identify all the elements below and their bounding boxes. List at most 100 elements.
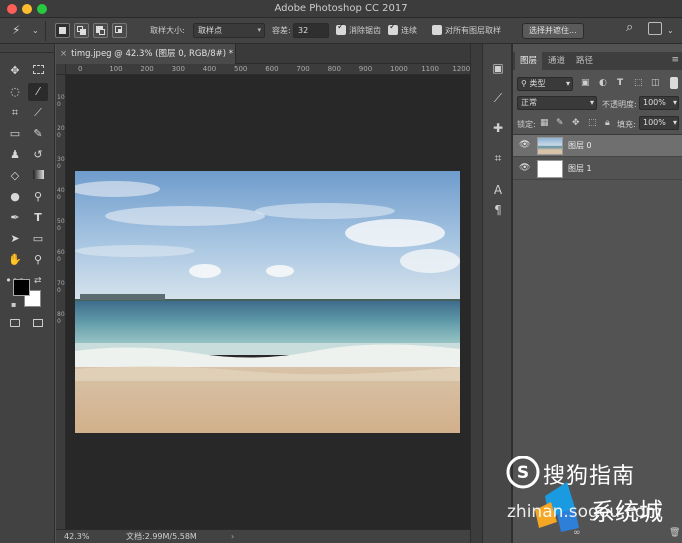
blend-mode-dropdown[interactable]: 正常 ▾ (517, 96, 597, 110)
quick-mask-icon[interactable] (5, 315, 25, 333)
canvas-area[interactable] (66, 75, 470, 529)
sample-size-dropdown[interactable]: 取样点 ▾ (193, 23, 265, 38)
panel-menu-icon[interactable]: ≡ (671, 55, 679, 65)
chevron-down-icon[interactable]: ⌄ (32, 24, 39, 38)
select-and-mask-button[interactable]: 选择并遮住... (522, 23, 584, 39)
horizontal-ruler[interactable]: 0 100 200 300 400 500 600 700 800 900 1000 1100 1200 (66, 64, 470, 75)
eye-icon[interactable]: 👁︎ (519, 140, 530, 150)
rectangle-tool-icon[interactable]: ▭ (28, 230, 48, 248)
toolbar-grip[interactable] (0, 47, 55, 53)
search-icon[interactable]: ⌕ (626, 21, 633, 35)
healing-brush-tool-icon[interactable]: ▭ (5, 125, 25, 143)
ruler-tick-label: 300 (171, 65, 185, 73)
layer-name[interactable]: 图层 0 (568, 140, 592, 151)
ruler-tick-label: 600 (57, 249, 65, 263)
sample-all-layers-label: 对所有图层取样 (445, 26, 501, 35)
properties-icon[interactable]: ✚ (488, 118, 508, 138)
foreground-color-swatch[interactable] (13, 279, 30, 296)
history-brush-tool-icon[interactable]: ↺ (28, 146, 48, 164)
crop-panel-icon[interactable]: ⌗ (488, 148, 508, 168)
opacity-input[interactable]: 100% ▾ (639, 96, 679, 110)
vertical-ruler[interactable]: 100 200 300 400 500 600 700 800 (56, 64, 66, 529)
vertical-scrollbar[interactable] (470, 44, 482, 543)
sample-size-label: 取样大小: (150, 26, 185, 35)
document-size[interactable]: 文档:2.99M/5.58M (126, 530, 197, 543)
layer-thumbnail (537, 160, 563, 178)
contiguous-checkbox[interactable] (388, 22, 398, 35)
filter-pixel-icon[interactable]: ▣ (581, 78, 590, 88)
hand-tool-icon[interactable]: ✋ (5, 251, 25, 269)
filter-toggle[interactable] (670, 77, 678, 89)
status-bar: 42.3% 文档:2.99M/5.58M › (56, 529, 470, 543)
lock-position-icon[interactable]: ✥ (572, 118, 580, 128)
sample-all-layers-checkbox[interactable] (432, 25, 442, 35)
type-tool-icon[interactable]: T (28, 209, 48, 227)
beach-photo (75, 171, 460, 433)
new-selection-button[interactable] (55, 23, 70, 38)
character-icon[interactable]: A (488, 180, 508, 200)
brush-tool-icon[interactable]: ✎ (28, 125, 48, 143)
filter-kind-dropdown[interactable]: ⚲ 类型 ▾ (517, 77, 573, 91)
lock-artboard-icon[interactable]: ⬚ (588, 118, 597, 128)
lock-all-icon[interactable]: 🔒︎ (605, 118, 610, 128)
eye-icon[interactable]: 👁︎ (519, 163, 530, 173)
blur-tool-icon[interactable]: ● (5, 188, 25, 206)
fill-input[interactable]: 100% ▾ (639, 116, 679, 130)
filter-type-icon[interactable]: T (617, 78, 623, 88)
ruler-tick-label: 0 (78, 65, 83, 73)
workspace-icon[interactable] (648, 22, 662, 35)
marquee-tool-icon[interactable] (28, 62, 48, 80)
magic-wand-icon[interactable]: ⚡︎ (12, 23, 20, 37)
lock-image-icon[interactable]: ✎ (556, 118, 564, 128)
pen-tool-icon[interactable]: ✒ (5, 209, 25, 227)
swap-colors-icon[interactable]: ⇄ (34, 276, 42, 286)
ruler-origin[interactable] (56, 64, 66, 75)
tab-paths[interactable]: 路径 (571, 52, 598, 70)
ruler-tick-label: 1000 (390, 65, 408, 73)
paragraph-icon[interactable]: ¶ (488, 200, 508, 220)
dodge-tool-icon[interactable]: ⚲ (28, 188, 48, 206)
screen-mode-icon[interactable] (28, 315, 48, 333)
opacity-label: 不透明度: (602, 100, 637, 109)
chevron-down-icon[interactable]: ⌄ (667, 24, 674, 38)
libraries-icon[interactable]: ▣ (488, 58, 508, 78)
watermark: S 搜狗指南 zhinan.sogou.com 系统城 (505, 456, 682, 536)
eraser-tool-icon[interactable]: ◇ (5, 167, 25, 185)
zoom-tool-icon[interactable]: ⚲ (28, 251, 48, 269)
tab-layers[interactable]: 图层 (515, 52, 543, 70)
crop-tool-icon[interactable]: ⌗ (5, 104, 25, 122)
intersect-selection-button[interactable] (112, 23, 127, 38)
filter-adjustment-icon[interactable]: ◐ (599, 78, 607, 88)
status-arrow-icon[interactable]: › (231, 530, 234, 543)
subtract-from-selection-button[interactable] (93, 23, 108, 38)
default-colors-icon[interactable]: ▪ (11, 300, 16, 309)
antialias-label: 消除锯齿 (349, 26, 381, 35)
path-selection-tool-icon[interactable]: ➤ (5, 230, 25, 248)
filter-smart-object-icon[interactable]: ◫ (651, 78, 660, 88)
clone-stamp-tool-icon[interactable]: ♟ (5, 146, 25, 164)
lock-transparent-icon[interactable]: ▦ (540, 118, 549, 128)
blend-mode-value: 正常 (521, 98, 537, 107)
filter-shape-icon[interactable]: ⬚ (634, 78, 643, 88)
chevron-down-icon: ▾ (672, 98, 677, 107)
ruler-tick-label: 1100 (421, 65, 440, 73)
layer-row-1[interactable]: 👁︎ 图层 1 (513, 158, 682, 180)
add-to-selection-button[interactable] (74, 23, 89, 38)
layer-row-0[interactable]: 👁︎ 图层 0 (513, 135, 682, 157)
lasso-tool-icon[interactable]: ◌ (5, 83, 25, 101)
eyedropper-tool-icon[interactable]: ⟋ (28, 104, 48, 122)
document-tab[interactable]: × timg.jpeg @ 42.3% (图层 0, RGB/8#) * (56, 44, 236, 64)
magic-wand-tool-icon[interactable]: ⁄ (28, 83, 48, 101)
layer-name[interactable]: 图层 1 (568, 163, 592, 174)
ruler-tick-label: 700 (296, 65, 310, 73)
title-bar: Adobe Photoshop CC 2017 (0, 0, 682, 18)
tolerance-input[interactable]: 32 (293, 23, 329, 38)
antialias-checkbox[interactable] (336, 22, 346, 35)
gradient-tool-icon[interactable] (28, 167, 48, 185)
move-tool-icon[interactable]: ✥ (5, 62, 25, 80)
zoom-level[interactable]: 42.3% (64, 530, 89, 543)
ruler-tick-label: 600 (265, 65, 279, 73)
adjustments-icon[interactable]: ⟋ (488, 88, 508, 108)
close-tab-icon[interactable]: × (60, 49, 67, 59)
tab-channels[interactable]: 通道 (543, 52, 570, 70)
